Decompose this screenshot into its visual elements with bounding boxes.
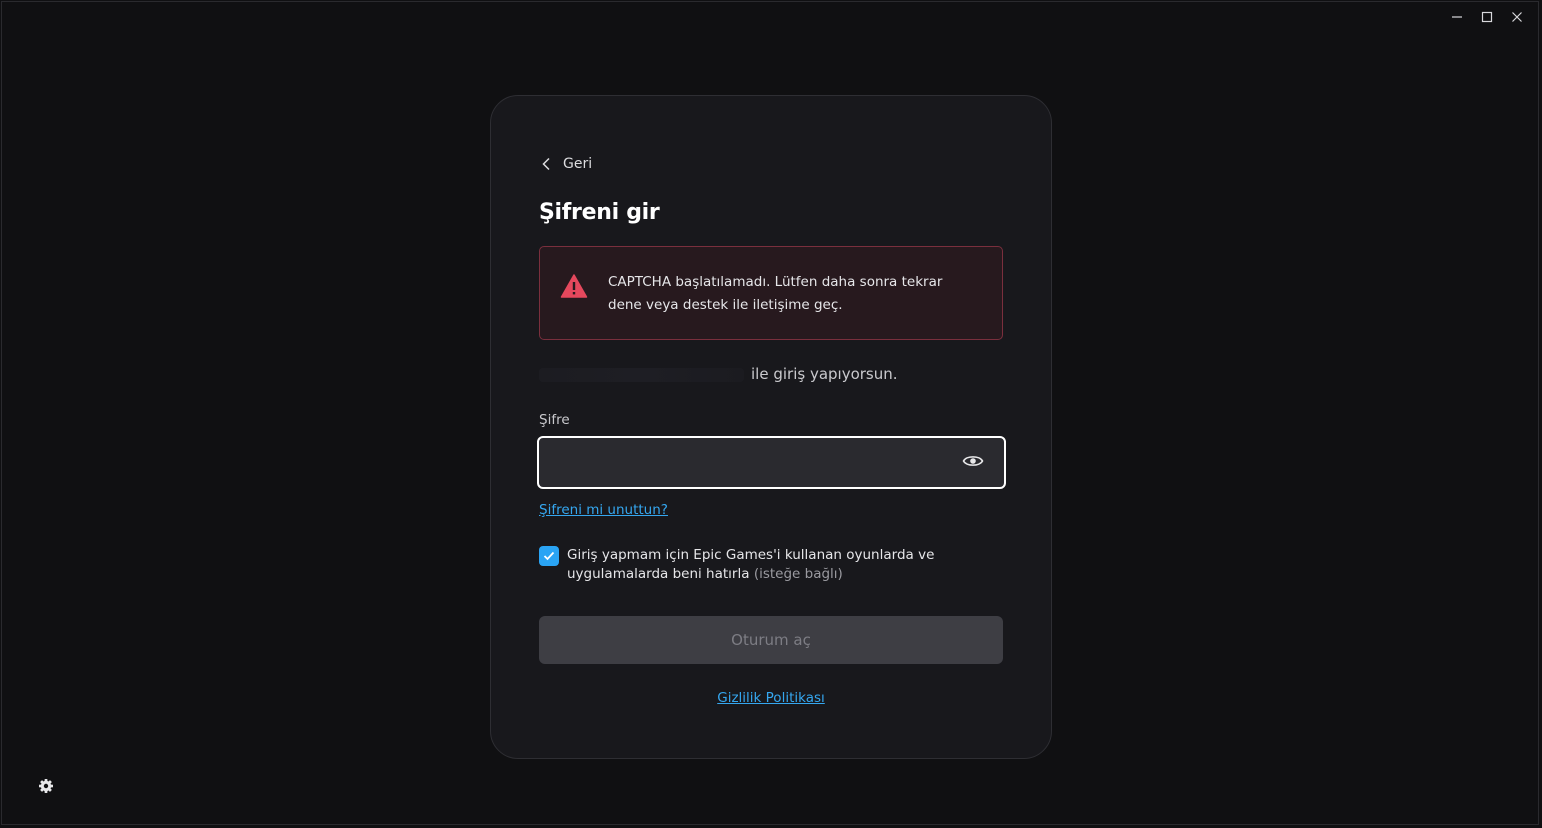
signing-in-text: ile giriş yapıyorsun. bbox=[751, 365, 898, 383]
show-password-toggle[interactable] bbox=[962, 453, 984, 473]
error-alert: CAPTCHA başlatılamadı. Lütfen daha sonra… bbox=[539, 246, 1003, 340]
masked-account-email bbox=[539, 368, 744, 382]
remember-me-checkbox[interactable] bbox=[539, 546, 559, 566]
back-label: Geri bbox=[563, 156, 593, 172]
login-card: Geri Şifreni gir CAPTCHA başlatılamadı. … bbox=[490, 95, 1052, 759]
gear-icon bbox=[39, 779, 53, 793]
chevron-left-icon bbox=[542, 157, 550, 171]
maximize-icon bbox=[1481, 11, 1493, 23]
sign-in-button[interactable]: Oturum aç bbox=[539, 616, 1003, 664]
settings-button[interactable] bbox=[36, 776, 56, 800]
eye-icon bbox=[962, 456, 984, 466]
minimize-button[interactable] bbox=[1442, 6, 1472, 28]
close-icon bbox=[1512, 12, 1522, 22]
password-input[interactable] bbox=[551, 446, 955, 481]
checkmark-icon bbox=[543, 551, 555, 561]
window-controls bbox=[1442, 6, 1532, 28]
optional-tag: (isteğe bağlı) bbox=[753, 566, 843, 582]
password-label: Şifre bbox=[539, 412, 570, 428]
privacy-policy: Gizlilik Politikası bbox=[491, 690, 1051, 706]
privacy-policy-link[interactable]: Gizlilik Politikası bbox=[717, 690, 825, 706]
remember-me-label: Giriş yapmam için Epic Games'i kullanan … bbox=[567, 546, 967, 584]
minimize-icon bbox=[1452, 16, 1462, 18]
back-button[interactable]: Geri bbox=[541, 156, 592, 172]
warning-triangle-icon bbox=[560, 274, 588, 298]
close-button[interactable] bbox=[1502, 6, 1532, 28]
page-title: Şifreni gir bbox=[539, 200, 660, 225]
remember-me-text: Giriş yapmam için Epic Games'i kullanan … bbox=[567, 547, 935, 582]
error-message: CAPTCHA başlatılamadı. Lütfen daha sonra… bbox=[608, 274, 943, 313]
forgot-password-link[interactable]: Şifreni mi unuttun? bbox=[539, 502, 668, 518]
signing-in-info: ile giriş yapıyorsun. bbox=[539, 362, 1003, 386]
maximize-button[interactable] bbox=[1472, 6, 1502, 28]
password-field[interactable] bbox=[537, 436, 1006, 489]
